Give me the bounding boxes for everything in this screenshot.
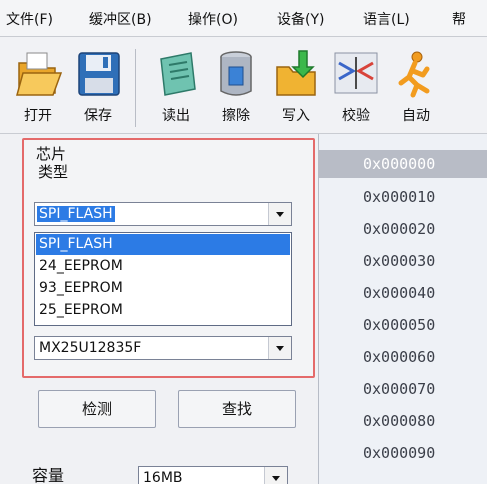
programmer-window: 文件(F) 缓冲区(B) 操作(O) 设备(Y) 语言(L) 帮 打开 保存 读…	[0, 0, 487, 484]
address-row: 0x000040	[363, 284, 436, 302]
floppy-disk-icon	[78, 52, 120, 96]
chip-group: 芯片 类型 SPI_FLASH SPI_FLASH 24_EEPROM 93_E…	[22, 138, 315, 378]
open-button[interactable]: 打开	[10, 49, 66, 129]
open-label: 打开	[24, 108, 52, 124]
chevron-down-icon[interactable]	[268, 203, 291, 225]
toolbar-separator	[135, 49, 136, 127]
auto-runner-icon	[398, 51, 430, 98]
hex-address-panel: 0x000000 0x000010 0x000020 0x000030 0x00…	[319, 134, 487, 484]
menu-language[interactable]: 语言(L)	[363, 9, 410, 29]
address-row: 0x000000	[363, 155, 436, 173]
dropdown-option-93-eeprom[interactable]: 93_EEPROM	[36, 278, 290, 299]
write-folder-icon	[276, 50, 316, 96]
dropdown-option-spi-flash[interactable]: SPI_FLASH	[36, 234, 290, 255]
menu-help[interactable]: 帮	[452, 9, 466, 29]
address-row: 0x000020	[363, 220, 436, 238]
erase-button[interactable]: 擦除	[208, 49, 264, 129]
verify-icon	[334, 52, 378, 94]
save-label: 保存	[84, 108, 112, 124]
chip-model-value: MX25U12835F	[39, 340, 142, 356]
dropdown-option-25-eeprom[interactable]: 25_EEPROM	[36, 300, 290, 321]
read-label: 读出	[162, 108, 190, 124]
chip-type-select[interactable]: SPI_FLASH	[34, 202, 292, 226]
address-row: 0x000060	[363, 348, 436, 366]
capacity-label: 容量	[32, 466, 65, 484]
erase-chip-icon	[220, 51, 252, 96]
menu-file[interactable]: 文件(F)	[6, 9, 53, 29]
address-row: 0x000090	[363, 444, 436, 462]
menu-device[interactable]: 设备(Y)	[277, 9, 324, 29]
chip-model-select[interactable]: MX25U12835F	[34, 336, 292, 360]
capacity-select[interactable]: 16MB	[138, 466, 288, 484]
menu-operation[interactable]: 操作(O)	[188, 9, 238, 29]
verify-label: 校验	[342, 108, 370, 124]
chip-type-value: SPI_FLASH	[37, 206, 115, 222]
left-panel: 芯片 类型 SPI_FLASH SPI_FLASH 24_EEPROM 93_E…	[0, 134, 319, 484]
verify-button[interactable]: 校验	[328, 49, 384, 129]
dropdown-option-24-eeprom[interactable]: 24_EEPROM	[36, 256, 290, 277]
chevron-down-icon[interactable]	[264, 467, 287, 484]
save-button[interactable]: 保存	[70, 49, 126, 129]
auto-button[interactable]: 自动	[388, 49, 444, 129]
menu-bar: 文件(F) 缓冲区(B) 操作(O) 设备(Y) 语言(L) 帮	[0, 0, 487, 37]
address-row: 0x000080	[363, 412, 436, 430]
address-row: 0x000030	[363, 252, 436, 270]
search-button[interactable]: 查找	[178, 390, 296, 428]
write-label: 写入	[282, 108, 310, 124]
address-row: 0x000050	[363, 316, 436, 334]
auto-label: 自动	[402, 108, 430, 124]
detect-button[interactable]: 检测	[38, 390, 156, 428]
chip-type-dropdown: SPI_FLASH 24_EEPROM 93_EEPROM 25_EEPROM	[34, 232, 292, 326]
address-row: 0x000010	[363, 188, 436, 206]
read-chip-icon	[160, 52, 196, 96]
chevron-down-icon[interactable]	[268, 337, 291, 359]
read-button[interactable]: 读出	[148, 49, 204, 129]
chip-type-label: 类型	[38, 163, 69, 181]
folder-open-icon	[16, 52, 63, 96]
toolbar: 打开 保存 读出 擦除 写入 校验 自动	[0, 37, 487, 134]
erase-label: 擦除	[222, 108, 250, 124]
write-button[interactable]: 写入	[268, 49, 324, 129]
address-row: 0x000070	[363, 380, 436, 398]
menu-buffer[interactable]: 缓冲区(B)	[89, 9, 152, 29]
chip-group-title: 芯片	[36, 145, 67, 163]
capacity-value: 16MB	[143, 470, 183, 484]
